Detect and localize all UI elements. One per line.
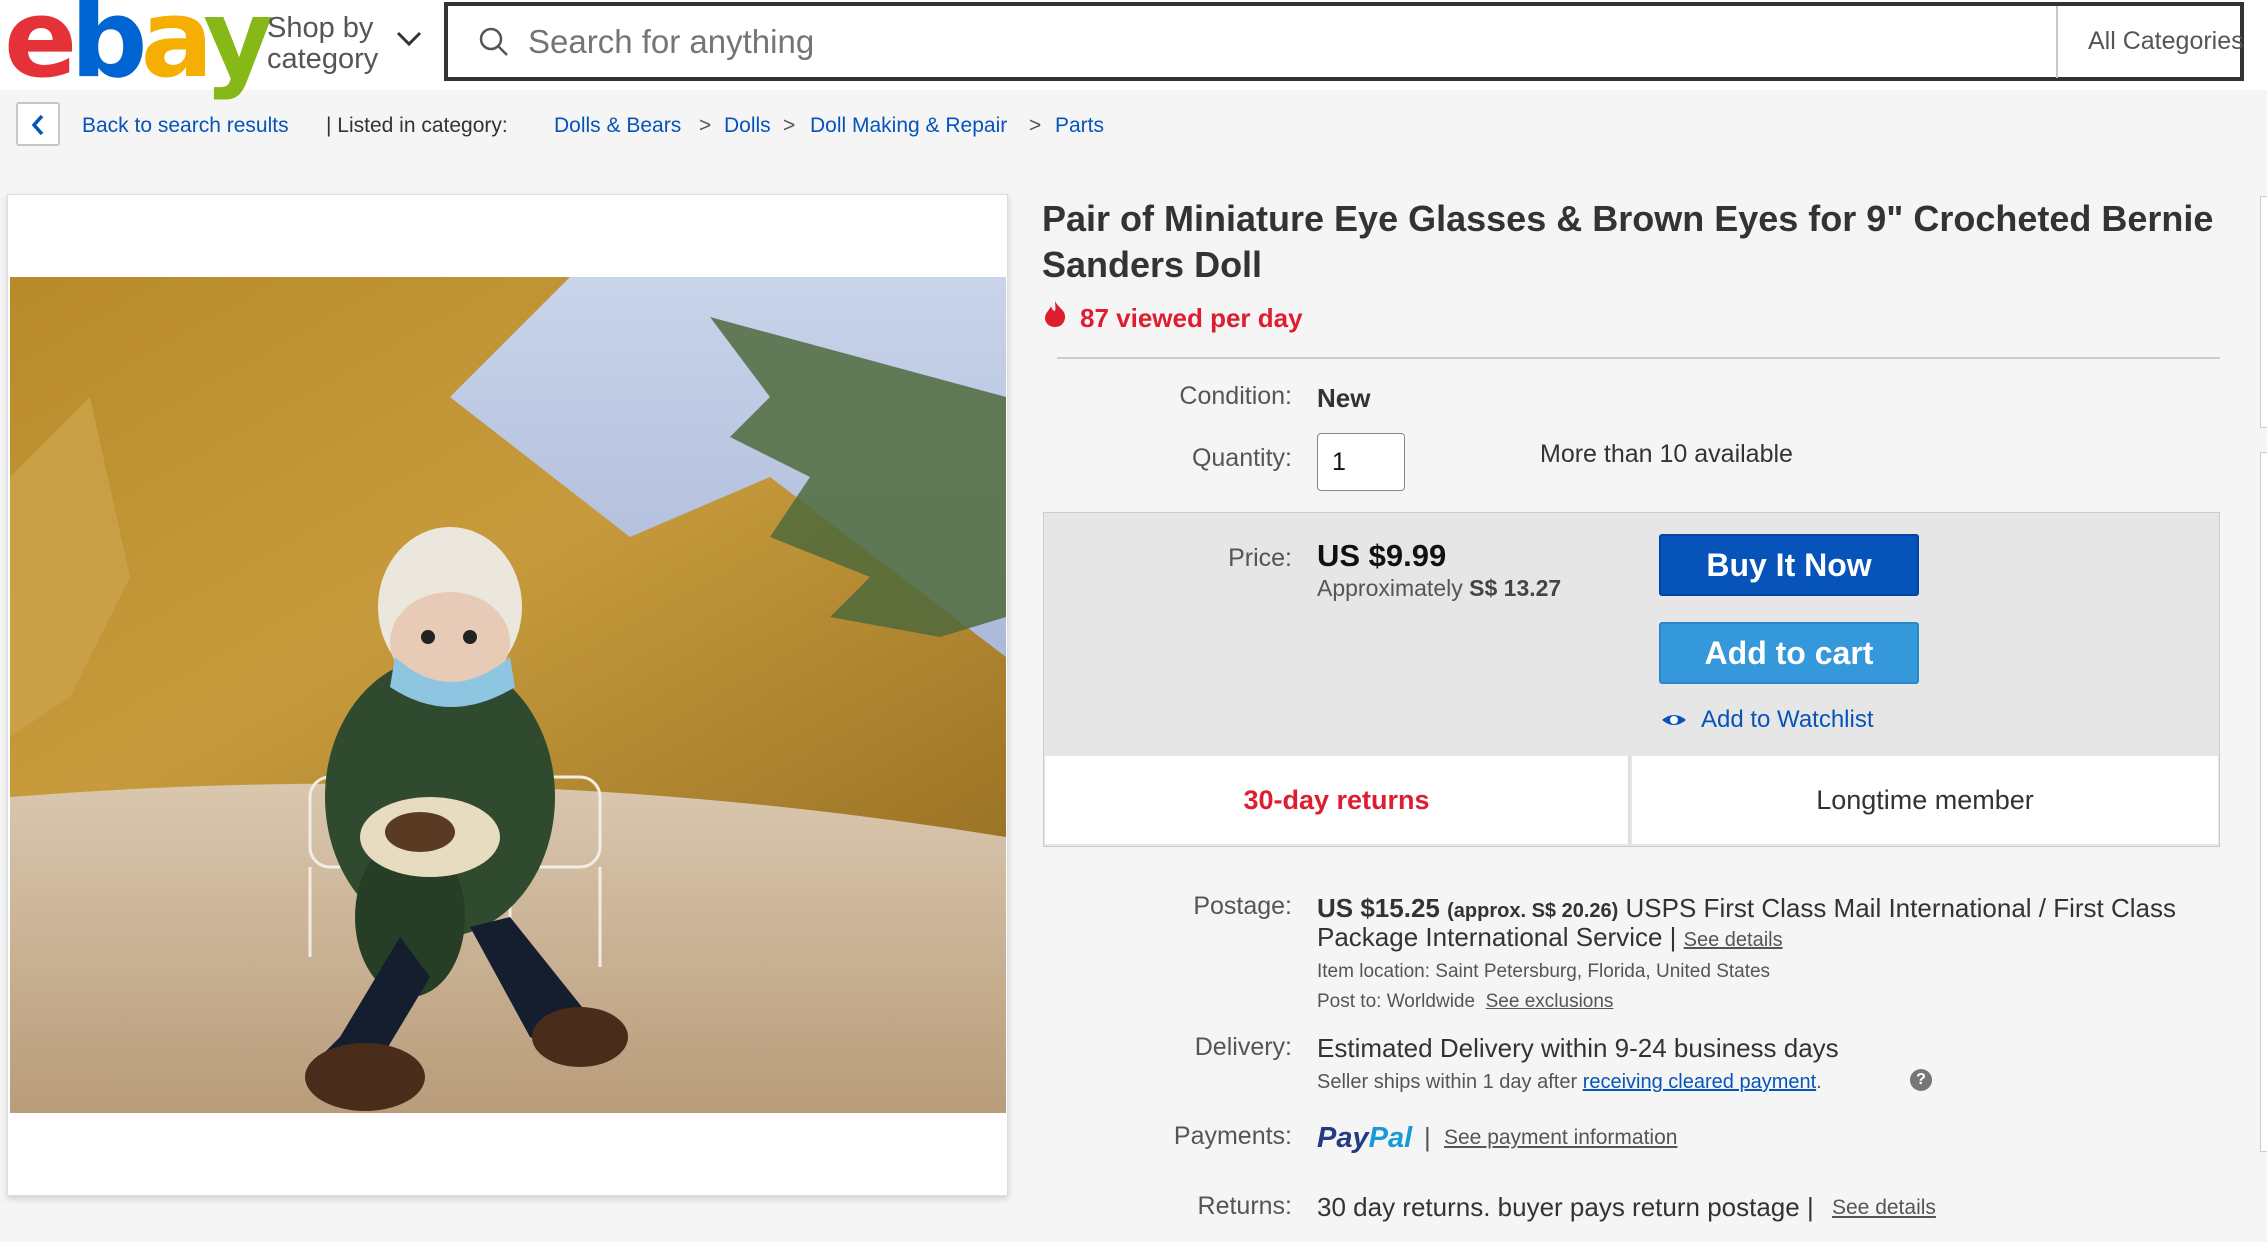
member-badge: Longtime member [1632, 756, 2218, 844]
fire-icon [1045, 301, 1066, 327]
see-details-link[interactable]: See details [1684, 929, 1783, 951]
condition-value: New [1317, 383, 1371, 413]
side-panel-edge [2260, 196, 2267, 428]
breadcrumb-item-doll-making[interactable]: Doll Making & Repair [810, 114, 1007, 138]
condition-label: Condition: [1179, 382, 1292, 410]
chevron-left-icon[interactable] [30, 114, 46, 136]
quantity-input[interactable]: 1 [1317, 433, 1405, 491]
paypal-logo: PayPal [1317, 1122, 1413, 1154]
returns-badge: 30-day returns [1045, 756, 1630, 844]
postage-label: Postage: [1193, 892, 1292, 920]
buy-it-now-button[interactable]: Buy It Now [1659, 534, 1919, 596]
breadcrumb-separator: > [699, 114, 712, 137]
breadcrumb-item-parts[interactable]: Parts [1055, 114, 1104, 138]
item-location: Item location: Saint Petersburg, Florida… [1317, 961, 1771, 982]
category-label: category [267, 43, 379, 75]
returns-details-link[interactable]: See details [1832, 1196, 1936, 1220]
price-label: Price: [1228, 544, 1292, 572]
listed-in-label: | Listed in category: [326, 114, 508, 137]
seller-ships: Seller ships within 1 day after receivin… [1317, 1071, 1822, 1093]
shop-by-category-button[interactable]: Shop by category [267, 13, 378, 75]
breadcrumb-separator: > [1029, 114, 1042, 137]
breadcrumb-separator: > [783, 114, 796, 137]
postage-service: Package International Service | See deta… [1317, 922, 1783, 952]
payments-label: Payments: [1173, 1122, 1292, 1150]
product-title: Pair of Miniature Eye Glasses & Brown Ey… [1042, 198, 2214, 285]
breadcrumb-item-dolls[interactable]: Dolls [724, 114, 771, 138]
shop-by-label: Shop by [267, 12, 374, 44]
all-categories-select[interactable]: All Categories [2088, 27, 2244, 56]
ebay-logo[interactable]: ebay [4, 0, 274, 94]
cleared-payment-link[interactable]: receiving cleared payment [1583, 1071, 1816, 1093]
availability: More than 10 available [1540, 440, 1793, 468]
search-input[interactable]: Search for anything [528, 23, 814, 61]
see-payment-info-link[interactable]: See payment information [1444, 1126, 1677, 1150]
side-panel-edge [2260, 452, 2267, 1152]
post-to: Post to: Worldwide See exclusions [1317, 991, 1614, 1012]
quantity-label: Quantity: [1191, 444, 1292, 472]
returns-policy: 30 day returns. buyer pays return postag… [1317, 1192, 1814, 1222]
divider [1057, 357, 2220, 359]
eye-icon[interactable] [1660, 710, 1688, 730]
returns-label: Returns: [1197, 1192, 1292, 1220]
add-to-cart-button[interactable]: Add to cart [1659, 622, 1919, 684]
divider [2056, 6, 2058, 78]
price-value: US $9.99 [1317, 538, 1447, 573]
views-per-day: 87 viewed per day [1080, 303, 1303, 333]
breadcrumb-item-dolls-bears[interactable]: Dolls & Bears [554, 114, 681, 138]
delivery-label: Delivery: [1194, 1033, 1292, 1061]
delivery-estimate: Estimated Delivery within 9-24 business … [1317, 1033, 1839, 1063]
product-image[interactable] [10, 277, 1006, 1113]
chevron-down-icon[interactable] [395, 30, 423, 48]
see-exclusions-link[interactable]: See exclusions [1486, 991, 1614, 1012]
divider: | [1424, 1122, 1431, 1152]
add-to-watchlist-link[interactable]: Add to Watchlist [1701, 706, 1874, 734]
search-icon [479, 27, 508, 56]
back-to-search-link[interactable]: Back to search results [82, 114, 289, 138]
help-icon[interactable]: ? [1910, 1069, 1932, 1091]
approx-price: Approximately S$ 13.27 [1317, 575, 1562, 601]
